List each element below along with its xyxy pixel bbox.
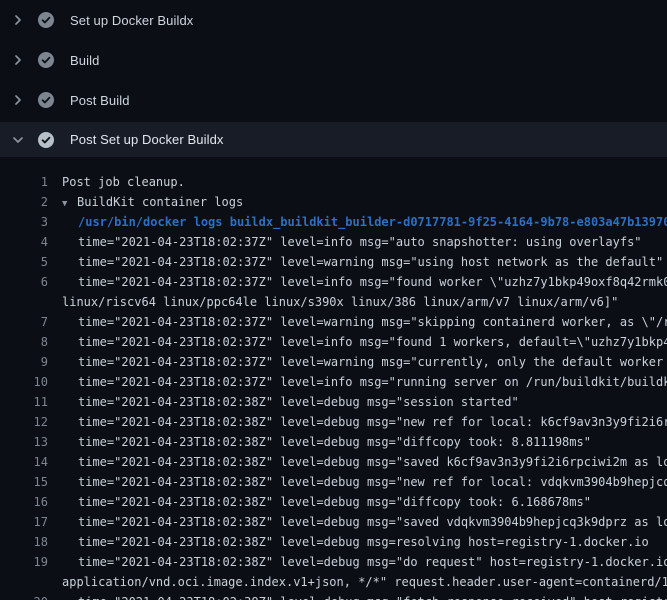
check-circle-icon — [38, 132, 54, 148]
log-line-text: time="2021-04-23T18:02:37Z" level=warnin… — [48, 252, 663, 272]
group-title: BuildKit container logs — [77, 195, 243, 209]
log-line-number[interactable]: 18 — [0, 532, 48, 552]
log-line: 14 time="2021-04-23T18:02:38Z" level=deb… — [0, 452, 667, 472]
group-toggle-icon[interactable]: ▼ — [62, 194, 77, 212]
log-line-text: time="2021-04-23T18:02:38Z" level=debug … — [48, 532, 649, 552]
log-line-text: time="2021-04-23T18:02:37Z" level=warnin… — [48, 312, 667, 332]
log-line: 2 ▼BuildKit container logs — [0, 192, 667, 212]
log-line-number[interactable]: 8 — [0, 332, 48, 352]
log-line-text: time="2021-04-23T18:02:38Z" level=debug … — [48, 452, 667, 472]
log-line-number[interactable]: 20 — [0, 592, 48, 600]
log-line: 5 time="2021-04-23T18:02:37Z" level=warn… — [0, 252, 667, 272]
step-label: Post Build — [70, 93, 130, 108]
step-list: Set up Docker Buildx Build Post Build Po… — [0, 0, 667, 157]
log-line-continuation: linux/riscv64 linux/ppc64le linux/s390x … — [0, 292, 667, 312]
log-line-text: time="2021-04-23T18:02:38Z" level=debug … — [48, 592, 667, 600]
log-line-number[interactable]: 15 — [0, 472, 48, 492]
log-line-text: time="2021-04-23T18:02:38Z" level=debug … — [48, 432, 591, 452]
log-line-number[interactable]: 11 — [0, 392, 48, 412]
log-line: 1 Post job cleanup. — [0, 172, 667, 192]
log-line-text: time="2021-04-23T18:02:37Z" level=info m… — [48, 272, 667, 292]
log-line: 6 time="2021-04-23T18:02:37Z" level=info… — [0, 272, 667, 292]
log-line-number[interactable]: 19 — [0, 552, 48, 572]
log-line-text: time="2021-04-23T18:02:38Z" level=debug … — [48, 472, 667, 492]
step-header-3[interactable]: Post Set up Docker Buildx — [0, 122, 667, 157]
log-line: 7 time="2021-04-23T18:02:37Z" level=warn… — [0, 312, 667, 332]
chevron-right-icon — [10, 12, 26, 28]
log-line-text: time="2021-04-23T18:02:37Z" level=info m… — [48, 232, 642, 252]
step-header-0[interactable]: Set up Docker Buildx — [0, 0, 667, 40]
log-line-text: linux/riscv64 linux/ppc64le linux/s390x … — [48, 292, 618, 312]
log-line-number[interactable]: 12 — [0, 412, 48, 432]
log-line-number[interactable]: 13 — [0, 432, 48, 452]
log-line-text: time="2021-04-23T18:02:38Z" level=debug … — [48, 492, 591, 512]
log-line-number[interactable] — [0, 292, 48, 312]
check-circle-icon — [38, 92, 54, 108]
log-line: 17 time="2021-04-23T18:02:38Z" level=deb… — [0, 512, 667, 532]
chevron-right-icon — [10, 92, 26, 108]
log-line-text: time="2021-04-23T18:02:38Z" level=debug … — [48, 412, 667, 432]
log-line: 13 time="2021-04-23T18:02:38Z" level=deb… — [0, 432, 667, 452]
log-output: 1 Post job cleanup. 2 ▼BuildKit containe… — [0, 157, 667, 600]
log-line-number[interactable]: 16 — [0, 492, 48, 512]
check-circle-icon — [38, 12, 54, 28]
log-line-text: time="2021-04-23T18:02:37Z" level=info m… — [48, 372, 667, 392]
log-line: 9 time="2021-04-23T18:02:37Z" level=warn… — [0, 352, 667, 372]
log-line: 19 time="2021-04-23T18:02:38Z" level=deb… — [0, 552, 667, 572]
log-line-number[interactable]: 9 — [0, 352, 48, 372]
log-line-number[interactable]: 17 — [0, 512, 48, 532]
step-header-1[interactable]: Build — [0, 40, 667, 80]
log-line-number[interactable]: 3 — [0, 212, 48, 232]
log-line-text: Post job cleanup. — [48, 172, 185, 192]
step-header-2[interactable]: Post Build — [0, 80, 667, 120]
log-line: 20 time="2021-04-23T18:02:38Z" level=deb… — [0, 592, 667, 600]
log-line: 15 time="2021-04-23T18:02:38Z" level=deb… — [0, 472, 667, 492]
log-line-number[interactable]: 7 — [0, 312, 48, 332]
log-line-number[interactable]: 10 — [0, 372, 48, 392]
log-line-text: ▼BuildKit container logs — [48, 192, 243, 212]
log-line: 3 /usr/bin/docker logs buildx_buildkit_b… — [0, 212, 667, 232]
log-line-number[interactable]: 2 — [0, 192, 48, 212]
log-line-continuation: application/vnd.oci.image.index.v1+json,… — [0, 572, 667, 592]
log-line-text: time="2021-04-23T18:02:37Z" level=warnin… — [48, 352, 667, 372]
step-label: Build — [70, 53, 99, 68]
log-line-text: application/vnd.oci.image.index.v1+json,… — [48, 572, 667, 592]
log-line: 16 time="2021-04-23T18:02:38Z" level=deb… — [0, 492, 667, 512]
chevron-right-icon — [10, 52, 26, 68]
log-line: 11 time="2021-04-23T18:02:38Z" level=deb… — [0, 392, 667, 412]
log-line: 10 time="2021-04-23T18:02:37Z" level=inf… — [0, 372, 667, 392]
log-line-number[interactable]: 14 — [0, 452, 48, 472]
step-label: Set up Docker Buildx — [70, 13, 193, 28]
log-line-number[interactable]: 1 — [0, 172, 48, 192]
log-line-number[interactable]: 4 — [0, 232, 48, 252]
log-line: 18 time="2021-04-23T18:02:38Z" level=deb… — [0, 532, 667, 552]
log-line-text: time="2021-04-23T18:02:38Z" level=debug … — [48, 392, 519, 412]
log-line-number[interactable]: 5 — [0, 252, 48, 272]
log-line: 12 time="2021-04-23T18:02:38Z" level=deb… — [0, 412, 667, 432]
chevron-down-icon — [10, 132, 26, 148]
log-line-number[interactable]: 6 — [0, 272, 48, 292]
job-log-viewer: Set up Docker Buildx Build Post Build Po… — [0, 0, 667, 600]
log-line: 8 time="2021-04-23T18:02:37Z" level=info… — [0, 332, 667, 352]
log-line: 4 time="2021-04-23T18:02:37Z" level=info… — [0, 232, 667, 252]
log-line-text: time="2021-04-23T18:02:37Z" level=info m… — [48, 332, 667, 352]
step-label: Post Set up Docker Buildx — [70, 132, 224, 147]
log-line-text: /usr/bin/docker logs buildx_buildkit_bui… — [48, 212, 667, 232]
log-line-number[interactable] — [0, 572, 48, 592]
log-line-text: time="2021-04-23T18:02:38Z" level=debug … — [48, 512, 667, 532]
log-line-text: time="2021-04-23T18:02:38Z" level=debug … — [48, 552, 667, 572]
check-circle-icon — [38, 52, 54, 68]
